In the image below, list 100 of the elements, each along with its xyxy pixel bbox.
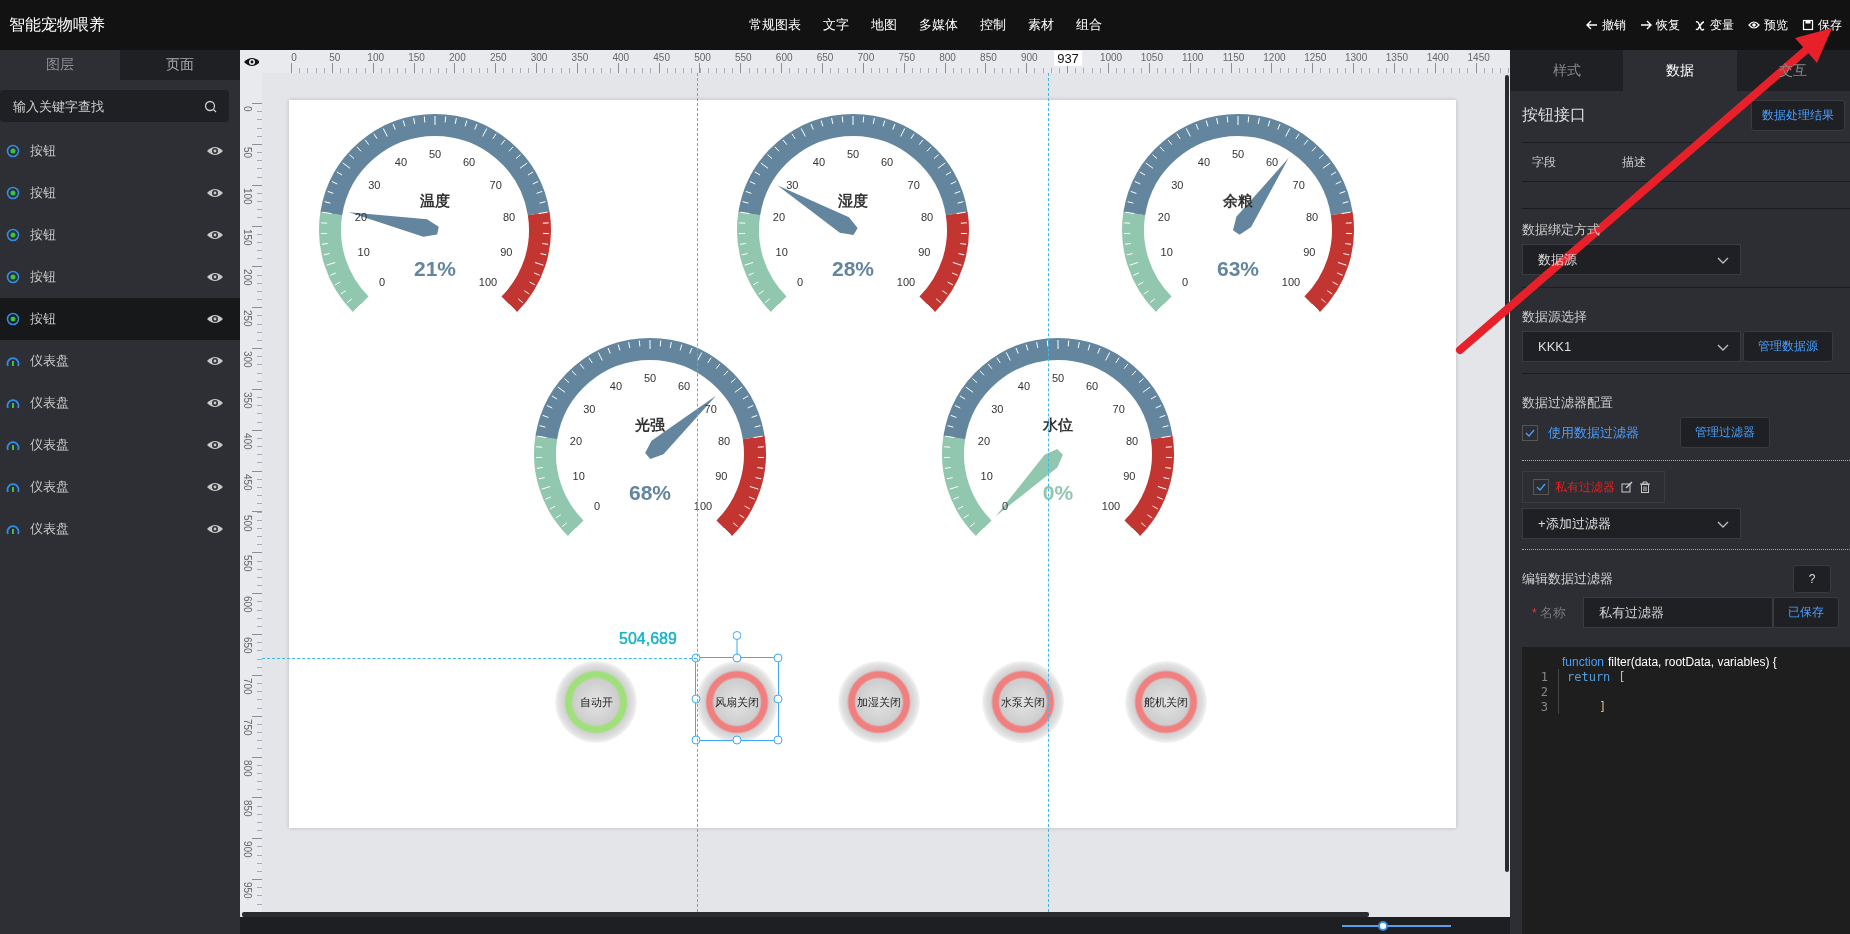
- layer-item[interactable]: 按钮: [0, 256, 240, 298]
- menu-item[interactable]: 多媒体: [908, 16, 969, 34]
- code-editor[interactable]: function filter(data, rootData, variables) { 1 return [ 2 3 ]: [1522, 647, 1850, 934]
- ruler-label: 500: [694, 52, 711, 63]
- scale-label: 70: [489, 178, 502, 191]
- scale-label: 10: [1160, 246, 1173, 259]
- eye-icon[interactable]: [206, 145, 224, 157]
- menu-item[interactable]: 控制: [969, 16, 1017, 34]
- resize-handle[interactable]: [773, 694, 783, 704]
- scale-label: 0: [796, 275, 804, 288]
- ruler-label: 800: [939, 52, 956, 63]
- scale-label: 90: [918, 246, 931, 259]
- layer-item[interactable]: 按钮: [0, 214, 240, 256]
- layer-item[interactable]: 按钮: [0, 130, 240, 172]
- toggle-button[interactable]: 水泵关闭: [982, 661, 1064, 743]
- scale-label: 40: [609, 380, 623, 393]
- search-field[interactable]: 输入关键字查找: [0, 90, 229, 122]
- layer-item[interactable]: 仪表盘: [0, 382, 240, 424]
- ruler-label: 550: [242, 555, 253, 573]
- save-button[interactable]: 已保存: [1772, 597, 1839, 628]
- layer-item[interactable]: 仪表盘: [0, 424, 240, 466]
- menu-item[interactable]: 地图: [860, 16, 908, 34]
- menu-item[interactable]: 素材: [1017, 16, 1065, 34]
- ruler-label: 1050: [1140, 52, 1163, 63]
- result-button[interactable]: 数据处理结果: [1751, 100, 1845, 131]
- ruler-label: 600: [775, 52, 793, 63]
- gauge-icon: [6, 438, 20, 452]
- resize-handle[interactable]: [773, 735, 783, 745]
- toggle-button[interactable]: 风扇关闭: [696, 661, 778, 743]
- scale-label: 70: [704, 402, 717, 415]
- ruler-label: 800: [242, 759, 253, 777]
- eye-icon[interactable]: [243, 55, 259, 68]
- scale-label: 90: [500, 246, 513, 259]
- column-header: 字段: [1532, 153, 1557, 171]
- toolbar-button[interactable]: 保存: [1802, 16, 1842, 34]
- menu-item[interactable]: 常规图表: [738, 16, 812, 34]
- scale-label: 30: [583, 402, 596, 415]
- ruler-label: 850: [242, 800, 253, 818]
- edit-icon[interactable]: [1621, 481, 1633, 493]
- eye-icon[interactable]: [206, 397, 224, 409]
- menu-item[interactable]: 文字: [812, 16, 860, 34]
- dropdown[interactable]: KKK1: [1522, 331, 1741, 362]
- layer-item[interactable]: 仪表盘: [0, 466, 240, 508]
- toggle-button[interactable]: 加湿关闭: [838, 661, 920, 743]
- toggle-button[interactable]: 自动开: [555, 661, 637, 743]
- scrollbar[interactable]: [242, 912, 1369, 917]
- toggle-button[interactable]: 舵机关闭: [1125, 661, 1207, 743]
- resize-handle[interactable]: [691, 653, 701, 663]
- toolbar-button[interactable]: 预览: [1748, 16, 1788, 34]
- scale-label: 0: [378, 275, 386, 288]
- field-label: 数据过滤器配置: [1522, 394, 1614, 412]
- code-keyword: function: [1562, 655, 1605, 669]
- eye-icon[interactable]: [206, 439, 224, 451]
- checkbox[interactable]: [1522, 424, 1538, 441]
- ruler-label: 250: [489, 52, 507, 63]
- eye-icon[interactable]: [206, 229, 224, 241]
- resize-handle[interactable]: [691, 694, 701, 704]
- scale-label: 60: [880, 156, 894, 169]
- panel-tab[interactable]: 样式: [1510, 50, 1624, 91]
- scale-label: 0: [593, 499, 601, 512]
- eye-icon[interactable]: [206, 355, 224, 367]
- manage-source-button[interactable]: 管理数据源: [1743, 331, 1833, 362]
- eye-icon[interactable]: [206, 313, 224, 325]
- layer-item[interactable]: 按钮: [0, 298, 240, 340]
- toolbar-button[interactable]: 恢复: [1640, 16, 1680, 34]
- search-icon[interactable]: [204, 100, 217, 113]
- ruler-label: 1100: [1181, 52, 1204, 63]
- slider-thumb[interactable]: [1378, 921, 1389, 931]
- trash-icon[interactable]: [1639, 481, 1651, 493]
- eye-icon[interactable]: [206, 271, 224, 283]
- name-field[interactable]: 私有过滤器: [1582, 597, 1773, 628]
- layer-item[interactable]: 仪表盘: [0, 508, 240, 550]
- layer-item[interactable]: 按钮: [0, 172, 240, 214]
- scale-label: 90: [715, 470, 728, 483]
- panel-tab[interactable]: 数据: [1623, 50, 1737, 91]
- eye-icon[interactable]: [206, 481, 224, 493]
- ruler-label: 1150: [1222, 52, 1245, 63]
- ruler-label: 1000: [1099, 52, 1123, 63]
- checkbox[interactable]: [1533, 479, 1549, 495]
- toolbar-button[interactable]: 变量: [1694, 16, 1734, 34]
- ruler-label: 250: [242, 310, 253, 327]
- scrollbar[interactable]: [1505, 75, 1509, 873]
- help-button[interactable]: ?: [1793, 565, 1831, 593]
- resize-handle[interactable]: [773, 653, 783, 663]
- manage-filter-button[interactable]: 管理过滤器: [1680, 417, 1770, 448]
- layer-item[interactable]: 仪表盘: [0, 340, 240, 382]
- ruler-label: 950: [242, 882, 253, 899]
- resize-handle[interactable]: [732, 653, 742, 663]
- dropdown[interactable]: +添加过滤器: [1522, 508, 1741, 539]
- toolbar-button[interactable]: 撤销: [1586, 16, 1626, 34]
- panel-tab[interactable]: 页面: [120, 50, 240, 80]
- scale-label: 30: [786, 178, 799, 191]
- resize-handle[interactable]: [691, 735, 701, 745]
- scale-label: 40: [1197, 156, 1211, 169]
- eye-icon[interactable]: [206, 187, 224, 199]
- resize-handle[interactable]: [732, 735, 742, 745]
- eye-icon[interactable]: [206, 523, 224, 535]
- section-title: 按钮接口: [1522, 105, 1586, 125]
- radio-icon: [6, 186, 20, 200]
- menu-item[interactable]: 组合: [1065, 16, 1113, 34]
